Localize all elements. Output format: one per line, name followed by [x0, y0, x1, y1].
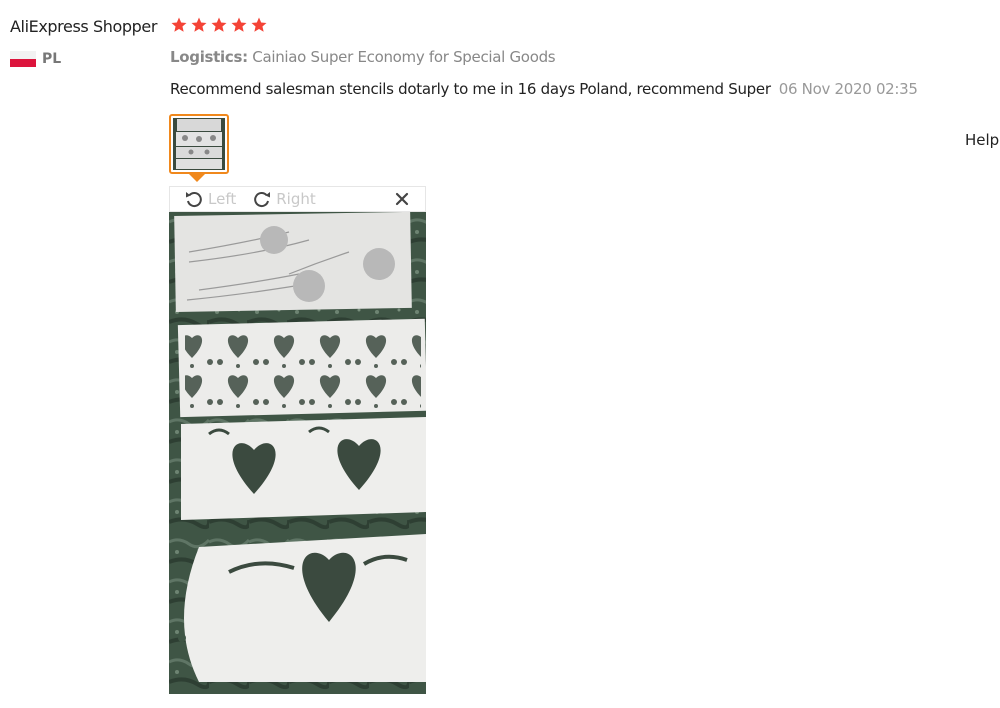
help-link[interactable]: Help: [965, 131, 999, 149]
thumbnail-selected-arrow: [189, 174, 205, 182]
rotate-left-button[interactable]: Left: [184, 189, 236, 209]
rotate-right-button[interactable]: Right: [252, 189, 316, 209]
thumbnail-image: [173, 118, 225, 170]
review-text: Recommend salesman stencils dotarly to m…: [170, 80, 771, 98]
star-icon: [191, 17, 207, 32]
review-photo-thumbnail[interactable]: [169, 114, 229, 174]
poland-flag-icon: [10, 51, 36, 67]
star-icon: [171, 17, 187, 32]
rotate-right-icon: [254, 192, 271, 208]
rotate-left-label: Left: [208, 190, 237, 208]
review-date: 06 Nov 2020 02:35: [778, 80, 918, 98]
rotate-left-icon: [186, 192, 202, 208]
rotate-right-label: Right: [276, 190, 316, 208]
country-code: PL: [42, 51, 62, 67]
logistics-value: Cainiao Super Economy for Special Goods: [252, 48, 556, 66]
viewer-toolbar: Left Right: [169, 186, 426, 212]
logistics-label: Logistics:: [170, 48, 248, 66]
reviewer-name: AliExpress Shopper: [10, 17, 158, 36]
review-photo-large: [169, 212, 426, 694]
logistics-info: Logistics: Cainiao Super Economy for Spe…: [170, 48, 556, 66]
star-icon: [231, 17, 247, 32]
photo-viewer: Left Right: [169, 186, 426, 694]
reviewer-country: PL: [10, 51, 61, 67]
review-body: Recommend salesman stencils dotarly to m…: [170, 80, 918, 98]
star-rating: [170, 16, 268, 34]
star-icon: [251, 17, 267, 32]
close-icon[interactable]: [393, 190, 411, 208]
star-icon: [211, 17, 227, 32]
